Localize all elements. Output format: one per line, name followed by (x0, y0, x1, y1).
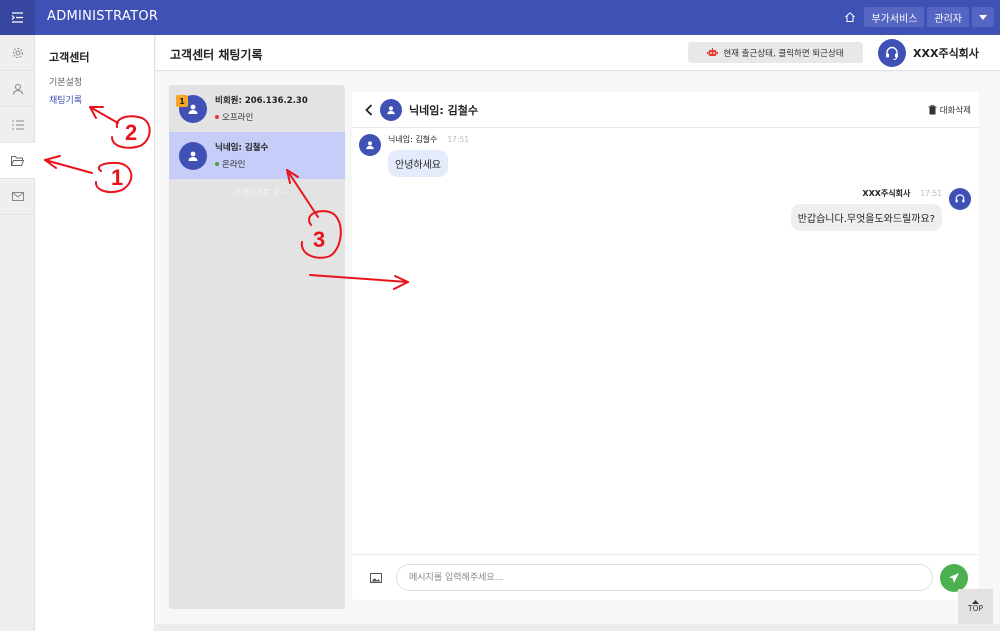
message-time: 17:51 (920, 189, 942, 198)
top-bar: ADMINISTRATOR 부가서비스 관리자 (0, 0, 1000, 35)
delete-chat-button[interactable]: 대화삭제 (928, 104, 971, 116)
scroll-top-label: TOP (967, 604, 983, 613)
menu-toggle-button[interactable] (0, 0, 35, 35)
chevron-left-icon (365, 104, 373, 116)
admin-dropdown-button[interactable] (972, 7, 994, 27)
headset-avatar (878, 39, 906, 67)
rail-folder[interactable] (0, 143, 35, 179)
headset-icon (886, 46, 898, 60)
user-icon (188, 151, 198, 161)
admin-button[interactable]: 관리자 (927, 7, 969, 27)
offline-dot (215, 115, 219, 119)
list-icon (11, 120, 24, 129)
chat-panel: 닉네임: 김철수 대화삭제 닉네임: 김철수 17:51 안녕하세요 XXX주식회… (352, 92, 979, 600)
chat-item-status: 오프라인 (222, 113, 254, 123)
chat-item-name: 닉네임: 김철수 (215, 143, 269, 153)
user-icon (188, 104, 198, 114)
avatar (380, 99, 402, 121)
chat-list-item[interactable]: 1 비회원: 206.136.2.30 오프라인 (169, 85, 345, 132)
home-icon[interactable] (839, 7, 861, 27)
message-sender: 닉네임: 김철수 (388, 135, 438, 144)
gear-icon (12, 47, 23, 58)
subnav-title: 고객센터 (49, 51, 90, 64)
message-incoming: 닉네임: 김철수 17:51 안녕하세요 (359, 134, 469, 177)
user-icon (366, 141, 374, 150)
work-status-button[interactable]: 현재 출근상태, 클릭하면 퇴근상태 (688, 42, 863, 63)
list-end-text: --고객리스트 끝-- (227, 188, 287, 197)
trash-icon (928, 105, 937, 115)
chat-list-item[interactable]: 닉네임: 김철수 온라인 (169, 132, 345, 179)
icon-rail (0, 35, 35, 631)
rail-settings[interactable] (0, 35, 35, 71)
rail-user[interactable] (0, 71, 35, 107)
caret-down-icon (979, 14, 987, 20)
chat-header: 닉네임: 김철수 대화삭제 (352, 92, 979, 128)
menu-icon (11, 12, 23, 23)
attach-image-button[interactable] (369, 571, 383, 585)
rail-list[interactable] (0, 107, 35, 143)
user-icon (387, 106, 395, 115)
extra-service-button[interactable]: 부가서비스 (864, 7, 925, 27)
rail-mail[interactable] (0, 179, 35, 215)
sub-navigation: 고객센터 기본설정 채팅기록 (35, 35, 155, 631)
subnav-item-chat-history[interactable]: 채팅기록 (49, 93, 154, 106)
company-profile: XXX주식회사 (878, 39, 979, 67)
scroll-top-button[interactable]: TOP (958, 589, 993, 624)
robot-icon (707, 48, 719, 56)
bottom-strip (156, 624, 1000, 631)
subnav-item-basic-settings[interactable]: 기본설정 (49, 75, 154, 88)
send-button[interactable] (940, 564, 968, 592)
brand-title: ADMINISTRATOR (47, 9, 159, 24)
message-bubble: 안녕하세요 (388, 150, 448, 177)
folder-icon (11, 155, 24, 166)
message-composer (352, 554, 979, 600)
back-button[interactable] (361, 101, 377, 119)
mail-icon (11, 192, 24, 201)
chat-title: 닉네임: 김철수 (409, 104, 478, 117)
online-dot (215, 162, 219, 166)
avatar (179, 141, 207, 170)
message-time: 17:51 (447, 135, 470, 144)
message-sender: XXX주식회사 (862, 189, 911, 198)
headset-icon (955, 194, 965, 203)
work-status-text: 현재 출근상태, 클릭하면 퇴근상태 (723, 48, 844, 59)
chat-item-name: 비회원: 206.136.2.30 (215, 96, 308, 106)
delete-chat-label: 대화삭제 (939, 106, 971, 116)
message-bubble: 반갑습니다.무엇을도와드릴까요? (790, 204, 942, 231)
chat-item-status: 온라인 (222, 160, 246, 170)
headset-avatar (949, 188, 971, 210)
message-input[interactable] (396, 564, 933, 591)
message-outgoing: XXX주식회사 17:51 반갑습니다.무엇을도와드릴까요? (790, 188, 971, 231)
send-icon (949, 573, 959, 583)
avatar (359, 134, 381, 156)
image-icon (370, 573, 382, 583)
unread-badge: 1 (176, 95, 188, 107)
user-icon (12, 83, 23, 95)
page-header: 고객센터 채팅기록 현재 출근상태, 클릭하면 퇴근상태 XXX주식회사 (156, 35, 1000, 71)
company-name: XXX주식회사 (913, 47, 979, 60)
chat-list: 1 비회원: 206.136.2.30 오프라인 닉네임: 김철수 온라인 --… (169, 85, 345, 609)
page-title: 고객센터 채팅기록 (170, 48, 263, 62)
